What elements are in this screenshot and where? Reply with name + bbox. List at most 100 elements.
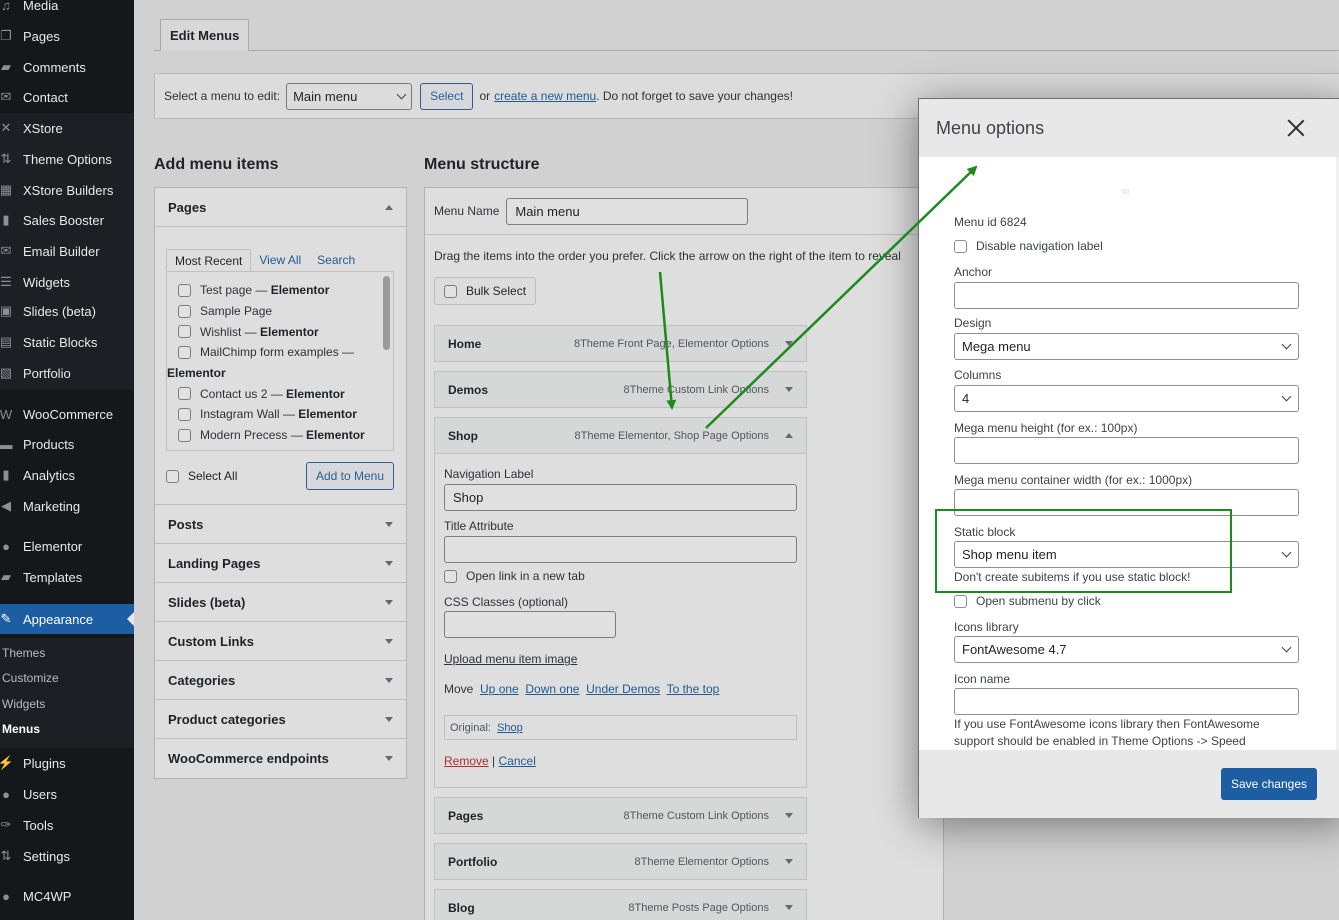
menu-item-home[interactable]: Home 8Theme Front Page, Elementor Options: [434, 325, 807, 362]
icons-library-select[interactable]: FontAwesome 4.7: [954, 636, 1299, 663]
sidebar-item-appearance[interactable]: ✎ Appearance: [0, 604, 134, 634]
accordion-pages[interactable]: Pages: [155, 188, 406, 227]
checkbox[interactable]: [178, 407, 191, 421]
select-button[interactable]: Select: [420, 82, 474, 110]
original-link[interactable]: Shop: [497, 722, 523, 734]
open-new-tab-row[interactable]: Open link in a new tab: [444, 569, 585, 583]
columns-select[interactable]: 4: [954, 385, 1299, 412]
sidebar-item-analytics[interactable]: ▮ Analytics: [0, 460, 134, 490]
checkbox[interactable]: [178, 428, 191, 442]
sidebar-item-media[interactable]: ♫ Media: [0, 0, 134, 20]
accordion-landing-pages[interactable]: Landing Pages: [155, 544, 406, 583]
sidebar-item-pages[interactable]: ❐ Pages: [0, 21, 134, 51]
mega-height-input[interactable]: [954, 437, 1299, 464]
list-item[interactable]: Contact us 2 — Elementor: [178, 383, 393, 404]
collapse-arrow-icon[interactable]: [785, 433, 793, 438]
disable-nav-label-checkbox[interactable]: [954, 239, 967, 253]
accordion-posts[interactable]: Posts: [155, 505, 406, 544]
accordion-woocommerce-endpoints[interactable]: WooCommerce endpoints: [155, 739, 406, 778]
menu-item-portfolio[interactable]: Portfolio 8Theme Elementor Options: [434, 843, 807, 880]
sidebar-item-contact[interactable]: ✉ Contact: [0, 82, 134, 112]
move-up-one-link[interactable]: Up one: [480, 682, 519, 696]
css-classes-input[interactable]: [444, 611, 616, 638]
icon-name-input[interactable]: [954, 688, 1299, 715]
list-item[interactable]: Wishlist — Elementor: [178, 321, 393, 342]
modal-body[interactable]: ∞ Menu id 6824 Disable navigation label …: [919, 157, 1336, 750]
sidebar-item-tools[interactable]: ✑ Tools: [0, 810, 134, 840]
menu-item-shop[interactable]: Shop 8Theme Elementor, Shop Page Options: [434, 417, 807, 454]
accordion-slides[interactable]: Slides (beta): [155, 583, 406, 622]
sidebar-item-users[interactable]: ● Users: [0, 779, 134, 809]
submenu-customize[interactable]: Customize: [2, 671, 59, 685]
list-item[interactable]: Instagram Wall — Elementor: [178, 404, 393, 425]
add-to-menu-button[interactable]: Add to Menu: [305, 462, 394, 490]
accordion-product-categories[interactable]: Product categories: [155, 700, 406, 739]
sidebar-item-products[interactable]: ▬ Products: [0, 429, 134, 459]
submenu-themes[interactable]: Themes: [2, 646, 45, 660]
tab-most-recent[interactable]: Most Recent: [166, 249, 252, 272]
sidebar-item-plugins[interactable]: ⚡ Plugins: [0, 748, 134, 778]
expand-arrow-icon[interactable]: [785, 387, 793, 392]
sidebar-item-slides[interactable]: ▣ Slides (beta): [0, 296, 134, 326]
expand-arrow-icon[interactable]: [785, 813, 793, 818]
cancel-link[interactable]: Cancel: [499, 754, 536, 768]
open-submenu-checkbox[interactable]: [954, 594, 967, 608]
sidebar-item-xstore-builders[interactable]: ▦ XStore Builders: [0, 175, 134, 205]
submenu-widgets[interactable]: Widgets: [2, 697, 45, 711]
select-all-row[interactable]: Select All: [166, 469, 237, 483]
sidebar-item-marketing[interactable]: ◀ Marketing: [0, 491, 134, 521]
open-new-tab-checkbox[interactable]: [444, 569, 457, 583]
list-item[interactable]: Test page — Elementor: [178, 280, 393, 301]
anchor-input[interactable]: [954, 282, 1299, 309]
sidebar-item-portfolio[interactable]: ▧ Portfolio: [0, 358, 134, 388]
select-all-checkbox[interactable]: [166, 469, 179, 483]
sidebar-item-sales-booster[interactable]: ▮ Sales Booster: [0, 205, 134, 235]
move-down-one-link[interactable]: Down one: [525, 682, 579, 696]
move-under-demos-link[interactable]: Under Demos: [586, 682, 660, 696]
create-new-menu-link[interactable]: create a new menu: [494, 89, 596, 103]
accordion-custom-links[interactable]: Custom Links: [155, 622, 406, 661]
save-changes-button[interactable]: Save changes: [1220, 768, 1317, 800]
checkbox[interactable]: [178, 345, 191, 359]
sidebar-item-mc4wp[interactable]: ● MC4WP: [0, 881, 134, 911]
expand-arrow-icon[interactable]: [785, 905, 793, 910]
list-item[interactable]: MailChimp form examples —: [178, 342, 393, 363]
tab-view-all[interactable]: View All: [251, 249, 309, 272]
tab-search[interactable]: Search: [309, 249, 363, 272]
submenu-menus[interactable]: Menus: [2, 722, 40, 736]
sidebar-item-theme-options[interactable]: ⇅ Theme Options: [0, 144, 134, 174]
move-to-top-link[interactable]: To the top: [667, 682, 720, 696]
pages-list-scrollbar[interactable]: [383, 276, 390, 350]
disable-nav-label-row[interactable]: Disable navigation label: [954, 239, 1103, 253]
upload-image-link[interactable]: Upload menu item image: [444, 652, 577, 666]
sidebar-item-templates[interactable]: ▰ Templates: [0, 562, 134, 592]
tab-edit-menus[interactable]: Edit Menus: [160, 19, 250, 51]
checkbox[interactable]: [178, 325, 191, 339]
open-submenu-row[interactable]: Open submenu by click: [954, 594, 1101, 608]
checkbox[interactable]: [178, 283, 191, 297]
nav-label-input[interactable]: Shop: [444, 484, 797, 511]
sidebar-item-comments[interactable]: ▰ Comments: [0, 52, 134, 82]
sidebar-item-elementor[interactable]: ● Elementor: [0, 531, 134, 561]
sidebar-item-woocommerce[interactable]: W WooCommerce: [0, 399, 134, 429]
static-block-select[interactable]: Shop menu item: [954, 541, 1299, 568]
sidebar-item-widgets[interactable]: ☰ Widgets: [0, 267, 134, 297]
sidebar-item-settings[interactable]: ⇅ Settings: [0, 841, 134, 871]
expand-arrow-icon[interactable]: [785, 859, 793, 864]
menu-item-pages[interactable]: Pages 8Theme Custom Link Options: [434, 797, 807, 834]
menu-name-input[interactable]: Main menu: [506, 197, 749, 225]
checkbox[interactable]: [444, 284, 457, 298]
list-item[interactable]: Sample Page: [178, 301, 393, 322]
menu-item-blog[interactable]: Blog 8Theme Posts Page Options: [434, 889, 807, 920]
accordion-categories[interactable]: Categories: [155, 661, 406, 700]
design-select[interactable]: Mega menu: [954, 333, 1299, 360]
expand-arrow-icon[interactable]: [785, 341, 793, 346]
menu-item-demos[interactable]: Demos 8Theme Custom Link Options: [434, 371, 807, 408]
close-icon[interactable]: [1285, 117, 1307, 139]
list-item[interactable]: Modern Precess — Elementor: [178, 425, 393, 446]
checkbox[interactable]: [178, 304, 191, 318]
title-attribute-input[interactable]: [444, 536, 797, 563]
menu-select-dropdown[interactable]: Main menu: [286, 82, 413, 110]
sidebar-item-email-builder[interactable]: ✉ Email Builder: [0, 236, 134, 266]
sidebar-item-static-blocks[interactable]: ▤ Static Blocks: [0, 327, 134, 357]
